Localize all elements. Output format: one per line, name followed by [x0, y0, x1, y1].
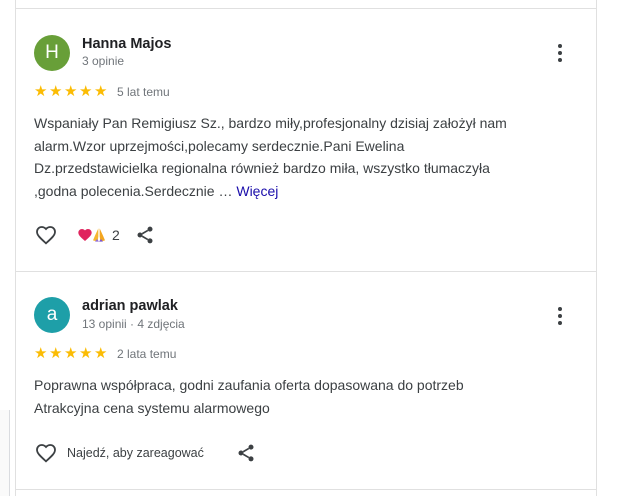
star-icon: ★	[64, 83, 78, 100]
review-actions: Najedź, aby zareagować	[34, 441, 256, 465]
react-hint: Najedź, aby zareagować	[67, 446, 204, 460]
left-panel-edge	[0, 410, 10, 496]
reviews-panel: H Hanna Majos 3 opinie ★ ★ ★ ★ ★ 5 lat t…	[15, 0, 597, 496]
share-icon[interactable]	[135, 225, 155, 245]
review-actions: 2	[34, 223, 155, 247]
star-icon: ★	[49, 83, 63, 100]
star-icon: ★	[79, 83, 93, 100]
reaction-count: 2	[112, 227, 120, 243]
more-link[interactable]: Więcej	[236, 183, 278, 199]
review-text-line: Dz.przedstawicielka regionalna również b…	[34, 160, 490, 176]
praying-hands-emoji-icon	[93, 228, 105, 242]
review-text-line: alarm.Wzor uprzejmości,polecamy serdeczn…	[34, 137, 405, 154]
avatar[interactable]: a	[34, 297, 70, 333]
avatar[interactable]: H	[34, 35, 70, 71]
review-text: Wspaniały Pan Remigiusz Sz., bardzo miły…	[34, 112, 574, 202]
reviewer-name[interactable]: Hanna Majos	[82, 36, 171, 52]
reviewer-name[interactable]: adrian pawlak	[82, 298, 178, 314]
star-icon: ★	[94, 345, 108, 362]
review-text: Poprawna współpraca, godni zaufania ofer…	[34, 374, 574, 419]
reaction-summary[interactable]: 2	[77, 227, 120, 243]
review-text-line: ,godna polecenia.Serdecznie …	[34, 182, 237, 199]
star-icon: ★	[34, 83, 48, 100]
review-age: 2 lata temu	[117, 346, 177, 361]
heart-outline-icon[interactable]	[34, 223, 58, 247]
reviewer-meta[interactable]: 13 opinii · 4 zdjęcia	[82, 317, 185, 331]
review-text-line: Wspaniały Pan Remigiusz Sz., bardzo miły…	[34, 115, 507, 131]
rating-row: ★ ★ ★ ★ ★ 2 lata temu	[34, 346, 176, 361]
review-text-line: Atrakcyjna cena systemu alarmowego	[34, 399, 270, 416]
reviewer-meta[interactable]: 3 opinie	[82, 54, 124, 68]
star-icon: ★	[49, 345, 63, 362]
heart-outline-icon[interactable]	[34, 441, 58, 465]
review-card: H Hanna Majos 3 opinie ★ ★ ★ ★ ★ 5 lat t…	[16, 9, 596, 272]
review-age: 5 lat temu	[117, 84, 170, 99]
more-options-button[interactable]	[551, 42, 569, 64]
star-icon: ★	[79, 345, 93, 362]
more-options-button[interactable]	[551, 305, 569, 327]
star-icon: ★	[34, 345, 48, 362]
star-rating: ★ ★ ★ ★ ★	[34, 84, 109, 99]
share-icon[interactable]	[236, 443, 256, 463]
review-card: a adrian pawlak 13 opinii · 4 zdjęcia ★ …	[16, 272, 596, 490]
review-text-line: Poprawna współpraca, godni zaufania ofer…	[34, 377, 464, 393]
rating-row: ★ ★ ★ ★ ★ 5 lat temu	[34, 84, 170, 99]
star-icon: ★	[64, 345, 78, 362]
star-icon: ★	[94, 83, 108, 100]
star-rating: ★ ★ ★ ★ ★	[34, 346, 109, 361]
